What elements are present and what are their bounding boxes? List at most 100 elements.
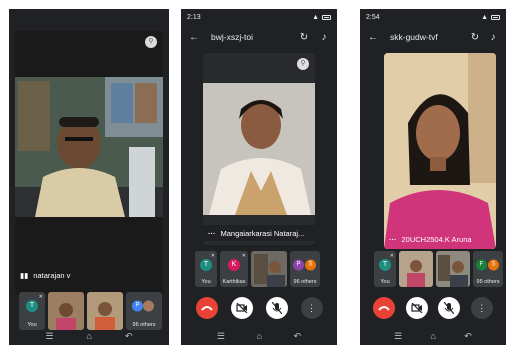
- camera-toggle-button[interactable]: [230, 297, 253, 319]
- meeting-code[interactable]: bwj-xszj-toi: [201, 32, 297, 42]
- meeting-top-bar: ← bwj-xszj-toi ↻ ♪: [181, 27, 337, 47]
- back-nav-icon[interactable]: ↶: [294, 331, 302, 342]
- hangup-icon: [200, 306, 213, 311]
- more-options-button[interactable]: ⋮: [470, 297, 493, 319]
- camera-toggle-button[interactable]: [405, 297, 428, 319]
- home-nav-icon[interactable]: ⌂: [87, 331, 92, 341]
- avatar: P: [293, 259, 304, 271]
- back-icon[interactable]: ←: [187, 32, 201, 43]
- speaker-name: 20UCH2504.K Aruna: [401, 234, 472, 244]
- tile-participant[interactable]: ✕ K Karthikas: [220, 251, 248, 287]
- tile-others[interactable]: F S 95 others: [473, 251, 503, 287]
- tile-you[interactable]: ✕ T You: [195, 251, 217, 287]
- avatar: S: [488, 259, 499, 271]
- speaker-name: natarajan v: [33, 270, 71, 280]
- participant-thumbnail: [48, 292, 84, 330]
- menu-nav-icon[interactable]: ☰: [45, 331, 53, 342]
- speaker-video-frame: [384, 53, 496, 249]
- avatar: F: [476, 259, 487, 271]
- phone-screen-1: ⚲ ▮▮ natarajan v ✕ T You P 96 others ☰ ⌂…: [9, 9, 169, 345]
- tile-label: 96 others: [293, 279, 317, 285]
- tile-video[interactable]: [436, 251, 470, 287]
- avatar-photo: [143, 300, 154, 312]
- speaker-video-frame: [15, 77, 163, 217]
- speaker-name-bar: ▮▮ natarajan v: [15, 267, 163, 283]
- more-options-button[interactable]: ⋮: [300, 297, 323, 319]
- participant-thumbnail: [399, 251, 433, 287]
- avatar: T: [379, 258, 391, 271]
- avatar: P: [132, 300, 143, 312]
- mic-off-icon: [271, 302, 282, 314]
- speaker-name-bar: ··· 20UCH2504.K Aruna: [384, 231, 496, 247]
- battery-icon: [491, 14, 500, 20]
- tile-you[interactable]: ✕ T You: [374, 251, 396, 287]
- phone-screen-2: 2:13 ▲ ← bwj-xszj-toi ↻ ♪ ⚲ ··· Mangaiar…: [181, 9, 337, 345]
- system-nav-bar: ☰ ⌂ ↶: [9, 329, 169, 343]
- pin-icon[interactable]: ⚲: [297, 58, 309, 70]
- participant-strip: ✕ T You ✕ K Karthikas P S 96 others: [195, 251, 320, 287]
- menu-nav-icon[interactable]: ☰: [217, 331, 225, 342]
- tile-you[interactable]: ✕ T You: [19, 292, 45, 330]
- tile-video[interactable]: [251, 251, 287, 287]
- system-nav-bar: ☰ ⌂ ↶: [181, 329, 337, 343]
- mic-off-icon: ✕: [241, 253, 246, 259]
- pin-icon[interactable]: ⚲: [145, 36, 157, 48]
- participant-strip: ✕ T You F S 95 others: [374, 251, 503, 287]
- tile-video[interactable]: [87, 292, 123, 330]
- participant-strip: ✕ T You P 96 others: [19, 292, 162, 330]
- status-bar: 2:13 ▲: [181, 9, 337, 25]
- call-controls: ⋮: [360, 297, 506, 319]
- main-video: ⚲: [15, 31, 163, 295]
- meeting-code[interactable]: skk-gudw-tvf: [380, 32, 468, 42]
- battery-icon: [322, 14, 331, 20]
- camera-off-icon: [235, 303, 247, 313]
- more-icon: ⋮: [477, 302, 487, 313]
- hangup-button[interactable]: [195, 297, 218, 319]
- hangup-button[interactable]: [373, 297, 396, 319]
- home-nav-icon[interactable]: ⌂: [431, 331, 436, 341]
- participant-thumbnail: [87, 292, 123, 330]
- home-nav-icon[interactable]: ⌂: [257, 331, 262, 341]
- tile-label: You: [201, 279, 211, 285]
- mic-off-icon: ✕: [389, 253, 394, 259]
- speaker-video-frame: [203, 83, 315, 215]
- avatar: K: [228, 258, 240, 271]
- avatar: T: [26, 300, 38, 313]
- audio-level-icon: ▮▮: [20, 270, 29, 280]
- mic-off-icon: [444, 302, 455, 314]
- status-bar: 2:54 ▲: [360, 9, 506, 25]
- mic-off-icon: ✕: [210, 253, 215, 259]
- participant-thumbnail: [436, 251, 470, 287]
- speaker-icon[interactable]: ♪: [317, 32, 331, 43]
- back-nav-icon[interactable]: ↶: [464, 331, 472, 342]
- more-icon[interactable]: ···: [389, 235, 397, 244]
- tile-video[interactable]: [399, 251, 433, 287]
- menu-nav-icon[interactable]: ☰: [394, 331, 402, 342]
- speaker-icon[interactable]: ♪: [486, 32, 500, 43]
- avatar: T: [200, 258, 212, 271]
- tile-others[interactable]: P S 96 others: [290, 251, 320, 287]
- more-icon[interactable]: ···: [208, 229, 216, 238]
- mic-toggle-button[interactable]: [438, 297, 461, 319]
- tile-label: You: [380, 279, 390, 285]
- switch-camera-icon[interactable]: ↻: [297, 32, 311, 43]
- mic-off-icon: ✕: [38, 294, 43, 300]
- tile-others[interactable]: P 96 others: [126, 292, 162, 330]
- tile-label: Karthikas: [222, 279, 246, 285]
- camera-off-icon: [411, 303, 423, 313]
- main-video: ⚲ ··· Mangaiarkarasi Nataraj...: [203, 53, 315, 245]
- mic-toggle-button[interactable]: [265, 297, 288, 319]
- speaker-name-bar: ··· Mangaiarkarasi Nataraj...: [203, 225, 315, 241]
- back-nav-icon[interactable]: ↶: [125, 331, 133, 342]
- main-video: ⚲ ··· 20UCH2504.K Aruna: [384, 53, 496, 249]
- switch-camera-icon[interactable]: ↻: [468, 32, 482, 43]
- back-icon[interactable]: ←: [366, 32, 380, 43]
- wifi-icon: ▲: [481, 13, 488, 21]
- status-time: 2:54: [366, 13, 380, 21]
- hangup-icon: [378, 306, 391, 311]
- speaker-name: Mangaiarkarasi Nataraj...: [220, 228, 305, 238]
- tile-video[interactable]: [48, 292, 84, 330]
- phone-screen-3: 2:54 ▲ ← skk-gudw-tvf ↻ ♪ ⚲ ··· 20UCH250…: [360, 9, 506, 345]
- wifi-icon: ▲: [312, 13, 319, 21]
- tile-label: 96 others: [132, 322, 156, 328]
